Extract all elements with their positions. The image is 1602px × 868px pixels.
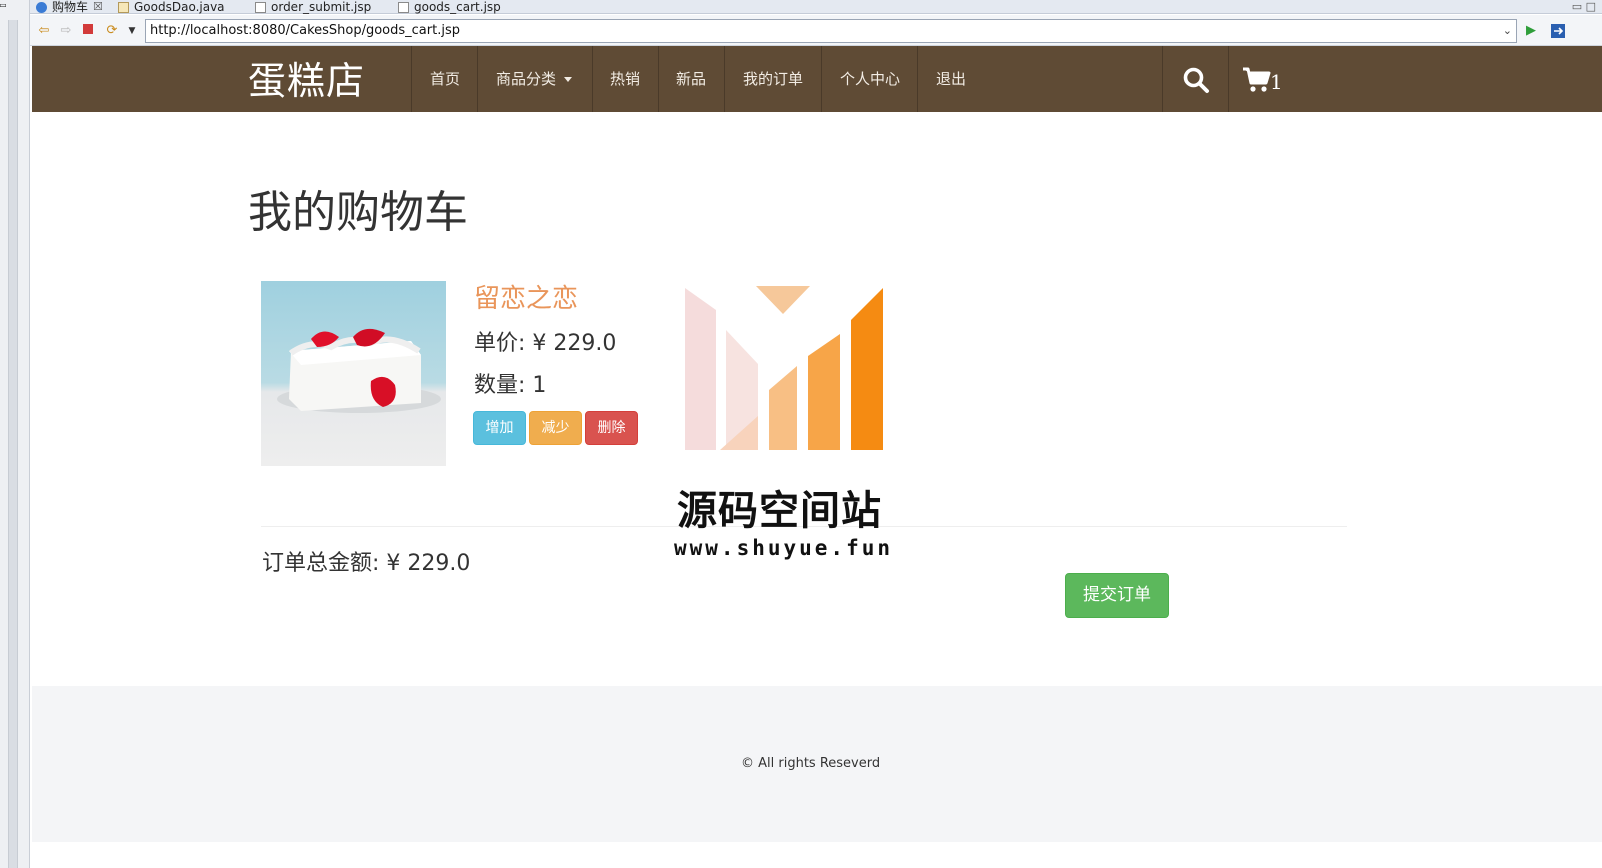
nav-divider (1162, 46, 1163, 112)
refresh-icon[interactable]: ⟳ (104, 23, 120, 39)
chevron-down-icon[interactable]: ▼ (124, 23, 140, 39)
java-file-icon (118, 1, 129, 13)
tab-label: order_submit.jsp (271, 0, 372, 14)
watermark-logo (685, 286, 883, 450)
unit-price: 单价: ¥ 229.0 (474, 331, 617, 356)
footer: © All rights Reseverd (32, 686, 1602, 842)
url-input[interactable]: http://localhost:8080/CakesShop/goods_ca… (145, 19, 1517, 43)
nav-categories-label: 商品分类 (496, 70, 557, 88)
tab-label: GoodsDao.java (134, 0, 225, 14)
caret-down-icon (564, 77, 573, 82)
nav-divider (821, 46, 822, 112)
tab-label: 购物车 (52, 0, 89, 14)
vertical-scrollbar[interactable] (8, 20, 18, 868)
nav-divider (658, 46, 659, 112)
ide-left-gutter: ▭ ⌃ (0, 0, 30, 868)
order-total: 订单总金额: ¥ 229.0 (262, 551, 471, 576)
nav-home[interactable]: 首页 (430, 68, 460, 89)
tab-goodsdao[interactable]: GoodsDao.java (118, 0, 225, 14)
watermark-url: www.shuyue.fun (674, 536, 894, 560)
quantity: 数量: 1 (474, 373, 547, 398)
go-icon[interactable]: ▶ (1523, 23, 1539, 39)
nav-divider (724, 46, 725, 112)
window-controls[interactable]: ▭ □ (1572, 0, 1596, 13)
chevron-down-icon[interactable]: ⌄ (1503, 20, 1512, 42)
page-title: 我的购物车 (248, 187, 468, 238)
stop-icon[interactable] (80, 23, 96, 39)
minimize-icon[interactable]: ▭ (0, 0, 14, 12)
forward-icon[interactable]: ⇨ (58, 23, 74, 39)
url-text: http://localhost:8080/CakesShop/goods_ca… (150, 23, 460, 38)
increase-button[interactable]: 增加 (473, 411, 526, 445)
close-icon[interactable]: ☒ (93, 1, 103, 13)
decrease-button[interactable]: 减少 (529, 411, 582, 445)
nav-divider (411, 46, 412, 112)
open-browser-icon[interactable] (1550, 23, 1566, 39)
watermark-name: 源码空间站 (677, 488, 882, 534)
tab-cart-page[interactable]: 购物车 ☒ (36, 0, 103, 14)
nav-logout[interactable]: 退出 (936, 68, 966, 89)
nav-hot[interactable]: 热销 (610, 68, 640, 89)
jsp-file-icon (398, 1, 409, 13)
delete-button[interactable]: 删除 (585, 411, 638, 445)
product-name[interactable]: 留恋之恋 (474, 278, 578, 315)
back-icon[interactable]: ⇦ (36, 23, 52, 39)
nav-my-orders[interactable]: 我的订单 (743, 68, 803, 89)
cart-count-badge[interactable]: 1 (1270, 70, 1283, 94)
nav-divider (1228, 46, 1229, 112)
submit-order-button[interactable]: 提交订单 (1065, 573, 1169, 618)
site-navbar: 蛋糕店 首页 商品分类 热销 新品 我的订单 个人中心 退出 1 (32, 46, 1602, 112)
nav-divider (477, 46, 478, 112)
nav-divider (592, 46, 593, 112)
copyright-text: © All rights Reseverd (741, 756, 881, 771)
nav-new[interactable]: 新品 (676, 68, 706, 89)
editor-tab-bar: 购物车 ☒ GoodsDao.java order_submit.jsp goo… (30, 0, 1602, 14)
browser-toolbar: ⇦ ⇨ ⟳ ▼ http://localhost:8080/CakesShop/… (30, 15, 1602, 46)
brand-logo[interactable]: 蛋糕店 (248, 50, 365, 105)
tab-goods-cart[interactable]: goods_cart.jsp (398, 0, 501, 14)
nav-categories[interactable]: 商品分类 (496, 68, 573, 89)
search-icon[interactable] (1182, 66, 1210, 94)
tab-order-submit[interactable]: order_submit.jsp (255, 0, 371, 14)
jsp-file-icon (255, 1, 266, 13)
product-image[interactable] (261, 281, 446, 466)
shopping-cart-icon[interactable] (1242, 66, 1272, 94)
globe-icon (36, 1, 47, 13)
nav-profile[interactable]: 个人中心 (840, 68, 900, 89)
nav-divider (917, 46, 918, 112)
tab-label: goods_cart.jsp (414, 0, 501, 14)
